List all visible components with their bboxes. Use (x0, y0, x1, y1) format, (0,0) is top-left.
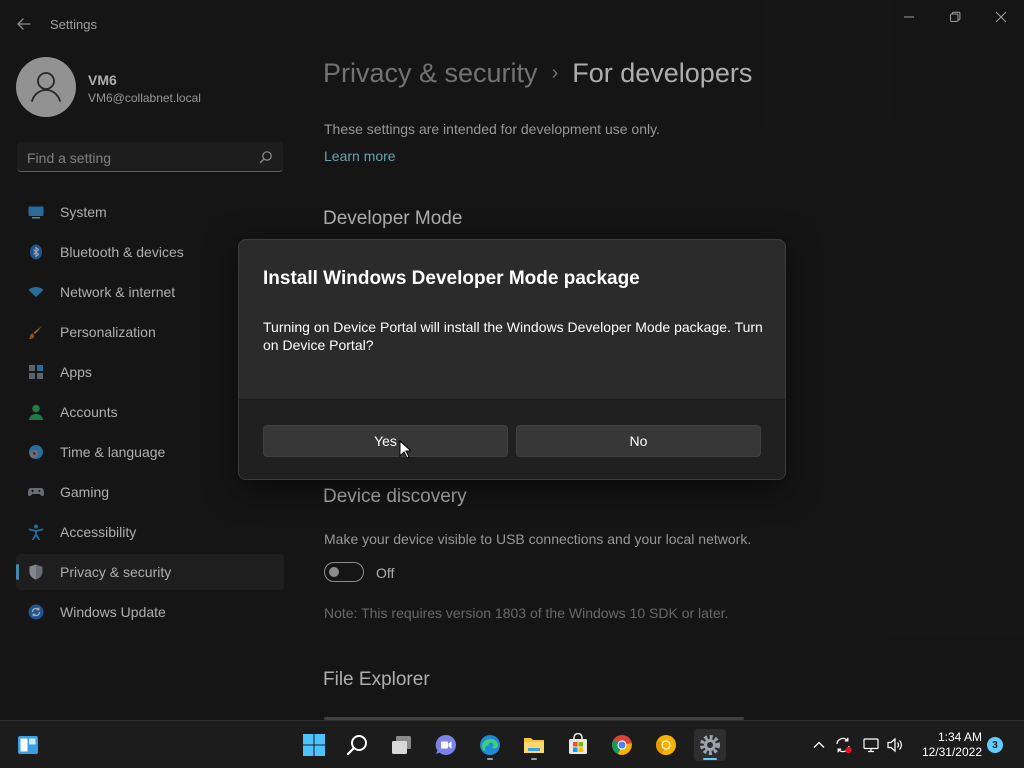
settings-window: Settings VM6 VM6@collabnet.local Find a … (0, 0, 1024, 720)
taskbar-clock[interactable]: 1:34 AM 12/31/2022 (912, 730, 982, 760)
dialog-title: Install Windows Developer Mode package (263, 268, 640, 289)
dialog-body: Turning on Device Portal will install th… (263, 319, 763, 353)
chrome-icon[interactable] (606, 729, 638, 761)
running-indicator (531, 758, 537, 760)
volume-icon[interactable] (885, 735, 905, 755)
chrome-canary-icon[interactable] (650, 729, 682, 761)
widgets-icon[interactable] (12, 729, 44, 761)
search-icon[interactable] (342, 729, 374, 761)
clock-date: 12/31/2022 (921, 745, 982, 759)
mouse-cursor-icon (399, 440, 411, 459)
edge-icon[interactable] (474, 729, 506, 761)
sync-icon[interactable] (833, 735, 853, 755)
chevron-up-icon[interactable] (809, 735, 829, 755)
start-icon[interactable] (298, 729, 330, 761)
network-icon[interactable] (861, 735, 881, 755)
yes-button[interactable]: Yes (263, 425, 508, 457)
active-app-indicator (703, 758, 717, 760)
taskbar: 1:34 AM 12/31/2022 3 (0, 720, 1024, 768)
no-button[interactable]: No (516, 425, 761, 457)
clock-time: 1:34 AM (937, 730, 982, 744)
notification-badge[interactable]: 3 (987, 737, 1003, 753)
install-package-dialog: Install Windows Developer Mode package T… (238, 239, 786, 480)
store-icon[interactable] (562, 729, 594, 761)
running-indicator (487, 758, 493, 760)
teams-chat-icon[interactable] (430, 729, 462, 761)
file-explorer-icon[interactable] (518, 729, 550, 761)
dialog-footer: Yes No (239, 399, 785, 479)
task-view-icon[interactable] (386, 729, 418, 761)
settings-icon[interactable] (694, 729, 726, 761)
